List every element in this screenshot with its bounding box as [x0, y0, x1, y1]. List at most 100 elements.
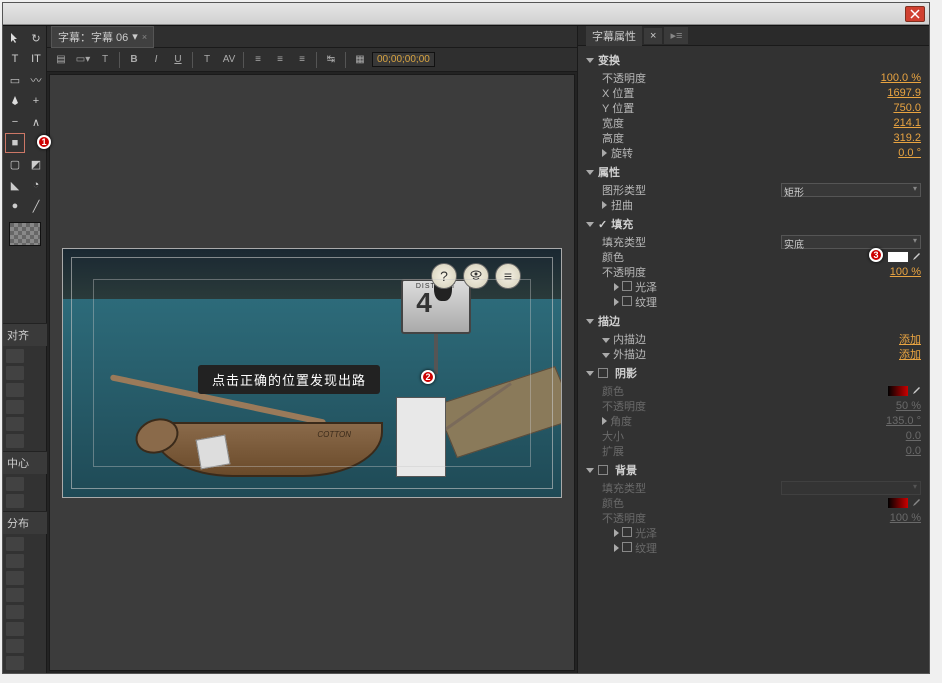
align-icon[interactable] — [6, 434, 24, 448]
properties-panel: 字幕属性 × ▸≡ 变换 不透明度100.0 % X 位置1697.9 Y 位置… — [577, 26, 929, 673]
clip-rect-tool[interactable]: ◩ — [26, 154, 46, 174]
dist-icon[interactable] — [6, 571, 24, 585]
rotation-tool[interactable]: ↻ — [26, 28, 46, 48]
align-icon[interactable] — [6, 366, 24, 380]
align-icon[interactable] — [6, 400, 24, 414]
fill-color-label: 颜色 — [602, 249, 624, 265]
type-tool[interactable]: T — [5, 49, 25, 69]
canvas[interactable]: DISTRICT 4 COTTON — [49, 74, 575, 671]
bold-button[interactable]: B — [124, 51, 144, 69]
dist-icon[interactable] — [6, 656, 24, 670]
selection-tool[interactable] — [5, 28, 25, 48]
title-stage[interactable]: DISTRICT 4 COTTON — [62, 248, 562, 498]
arc-tool[interactable]: ◔ — [26, 175, 46, 195]
shadow-spread-value: 0.0 — [906, 445, 921, 457]
ypos-value[interactable]: 750.0 — [893, 102, 921, 114]
left-panels: 对齐 中心 分布 — [3, 323, 47, 673]
titlebar[interactable] — [3, 3, 929, 25]
dist-icon[interactable] — [6, 605, 24, 619]
rounded-rect-tool[interactable]: ▢ — [5, 154, 25, 174]
background-header[interactable]: 背景 — [586, 460, 921, 480]
app-window: ↻ T IT ▭ 〰 + − ∧ ■ ▢ ◩ ◣ ◔ ● ╱ 对齐 — [2, 2, 930, 674]
dist-icon[interactable] — [6, 554, 24, 568]
height-value[interactable]: 319.2 — [893, 132, 921, 144]
xpos-label: X 位置 — [602, 85, 634, 101]
properties-header[interactable]: 属性 — [586, 162, 921, 182]
style-button[interactable]: T — [95, 51, 115, 69]
shape-type-label: 图形类型 — [602, 182, 646, 198]
shadow-angle-label: 角度 — [602, 413, 632, 429]
eyedropper-icon[interactable] — [911, 252, 921, 262]
shadow-header[interactable]: 阴影 — [586, 363, 921, 383]
outer-stroke-add[interactable]: 添加 — [899, 346, 921, 362]
video-preview-button[interactable]: ▦ — [350, 51, 370, 69]
tab-label: 字幕：字幕 06 — [58, 29, 128, 45]
distribute-panel-header[interactable]: 分布 — [3, 511, 47, 534]
center-icon[interactable] — [6, 494, 24, 508]
dist-icon[interactable] — [6, 588, 24, 602]
texture-toggle[interactable]: 纹理 — [614, 294, 657, 310]
color-swatch[interactable] — [887, 251, 909, 263]
opacity-value[interactable]: 100.0 % — [881, 72, 921, 84]
shadow-color-label: 颜色 — [602, 383, 624, 399]
dist-icon[interactable] — [6, 622, 24, 636]
dist-icon[interactable] — [6, 537, 24, 551]
kerning-button[interactable]: AV — [219, 51, 239, 69]
safe-margin-inner — [93, 279, 531, 467]
close-button[interactable] — [905, 6, 925, 22]
fill-header[interactable]: ✓ 填充 — [586, 214, 921, 234]
rectangle-tool[interactable]: ■ — [5, 133, 25, 153]
center-panel-header[interactable]: 中心 — [3, 451, 47, 474]
align-icon[interactable] — [6, 349, 24, 363]
area-type-tool[interactable]: ▭ — [5, 70, 25, 90]
align-left-button[interactable]: ≡ — [248, 51, 268, 69]
add-anchor-tool[interactable]: + — [26, 91, 46, 111]
pen-tool[interactable] — [5, 91, 25, 111]
fill-opacity-value[interactable]: 100 % — [890, 266, 921, 278]
align-right-button[interactable]: ≡ — [292, 51, 312, 69]
tab-close-icon[interactable]: × — [142, 32, 147, 42]
ellipse-tool[interactable]: ● — [5, 196, 25, 216]
shadow-angle-value: 135.0 ° — [886, 415, 921, 427]
path-type-tool[interactable]: 〰 — [26, 70, 46, 90]
fill-type-label: 填充类型 — [602, 234, 646, 250]
distort-label[interactable]: 扭曲 — [602, 197, 633, 213]
transform-header[interactable]: 变换 — [586, 50, 921, 70]
eyedropper-icon[interactable] — [911, 386, 921, 396]
underline-button[interactable]: U — [168, 51, 188, 69]
rotation-value[interactable]: 0.0 ° — [898, 147, 921, 159]
properties-tab[interactable]: 字幕属性 — [586, 26, 642, 46]
title-toolbar: ▤ ▭▾ T B I U T AV ≡ ≡ ≡ ↹ ▦ 00;00;00;00 — [47, 48, 577, 72]
align-icon[interactable] — [6, 383, 24, 397]
stroke-header[interactable]: 描边 — [586, 311, 921, 331]
wedge-tool[interactable]: ◣ — [5, 175, 25, 195]
center-icon[interactable] — [6, 477, 24, 491]
templates-button[interactable]: ▤ — [51, 51, 71, 69]
fill-type-select[interactable]: 实底 — [781, 235, 921, 249]
gloss-toggle[interactable]: 光泽 — [614, 279, 657, 295]
delete-anchor-tool[interactable]: − — [5, 112, 25, 132]
vertical-type-tool[interactable]: IT — [26, 49, 46, 69]
align-center-button[interactable]: ≡ — [270, 51, 290, 69]
panel-menu-icon[interactable]: ▸≡ — [664, 27, 688, 44]
convert-anchor-tool[interactable]: ∧ — [26, 112, 46, 132]
fill-color-picker[interactable] — [887, 251, 921, 263]
inner-stroke-add[interactable]: 添加 — [899, 331, 921, 347]
italic-button[interactable]: I — [146, 51, 166, 69]
timecode[interactable]: 00;00;00;00 — [372, 52, 435, 67]
align-panel-header[interactable]: 对齐 — [3, 323, 47, 346]
xpos-value[interactable]: 1697.9 — [887, 87, 921, 99]
tab-button[interactable]: ↹ — [321, 51, 341, 69]
outer-stroke-label[interactable]: 外描边 — [602, 346, 646, 362]
font-dropdown[interactable]: ▭▾ — [73, 51, 93, 69]
line-tool[interactable]: ╱ — [26, 196, 46, 216]
width-value[interactable]: 214.1 — [893, 117, 921, 129]
document-tab[interactable]: 字幕：字幕 06 ▾ × — [51, 26, 154, 48]
shape-type-select[interactable]: 矩形 — [781, 183, 921, 197]
shadow-color-picker[interactable] — [887, 385, 921, 397]
close-icon — [910, 9, 920, 19]
dist-icon[interactable] — [6, 639, 24, 653]
align-icon[interactable] — [6, 417, 24, 431]
inner-stroke-label[interactable]: 内描边 — [602, 331, 646, 347]
size-button[interactable]: T — [197, 51, 217, 69]
